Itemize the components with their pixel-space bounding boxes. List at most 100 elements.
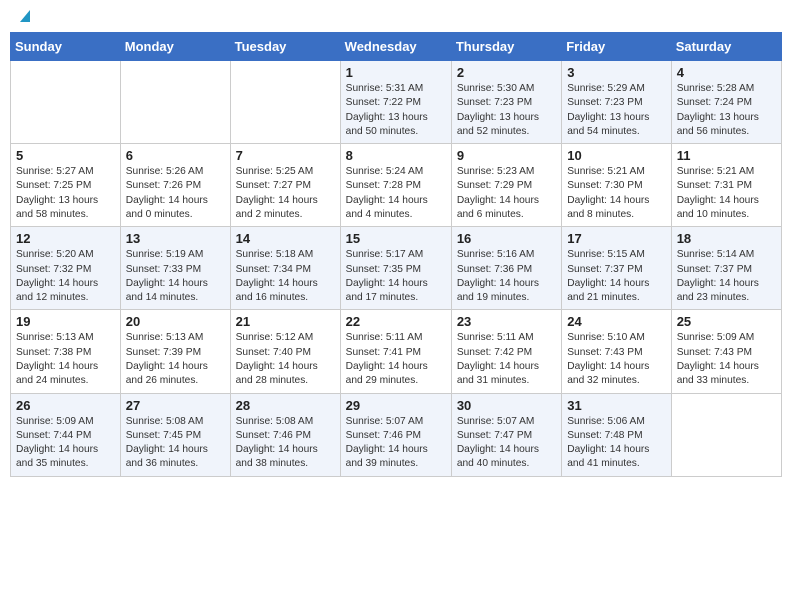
- day-info: Sunrise: 5:27 AM Sunset: 7:25 PM Dayligh…: [16, 165, 115, 222]
- day-cell: 9 Sunrise: 5:23 AM Sunset: 7:29 PM Daylig…: [451, 144, 561, 227]
- day-info: Sunrise: 5:12 AM Sunset: 7:40 PM Dayligh…: [236, 331, 335, 388]
- day-info: Sunrise: 5:16 AM Sunset: 7:36 PM Dayligh…: [457, 248, 556, 305]
- day-cell: 29 Sunrise: 5:07 AM Sunset: 7:46 PM Dayli…: [340, 393, 451, 476]
- weekday-header-thursday: Thursday: [451, 33, 561, 61]
- day-cell: 4 Sunrise: 5:28 AM Sunset: 7:24 PM Daylig…: [671, 61, 781, 144]
- logo: [14, 10, 34, 24]
- day-number: 16: [457, 231, 556, 246]
- day-info: Sunrise: 5:29 AM Sunset: 7:23 PM Dayligh…: [567, 82, 665, 139]
- day-info: Sunrise: 5:31 AM Sunset: 7:22 PM Dayligh…: [346, 82, 446, 139]
- day-number: 27: [126, 398, 225, 413]
- day-info: Sunrise: 5:09 AM Sunset: 7:43 PM Dayligh…: [677, 331, 776, 388]
- day-number: 3: [567, 65, 665, 80]
- day-cell: 2Sunrise: 5:30 AM Sunset: 7:23 PM Daylig…: [451, 61, 561, 144]
- day-number: 12: [16, 231, 115, 246]
- day-number: 13: [126, 231, 225, 246]
- day-number: 29: [346, 398, 446, 413]
- day-info: Sunrise: 5:14 AM Sunset: 7:37 PM Dayligh…: [677, 248, 776, 305]
- weekday-header-friday: Friday: [562, 33, 671, 61]
- day-cell: 12 Sunrise: 5:20 AM Sunset: 7:32 PM Dayli…: [11, 227, 121, 310]
- day-cell: 31Sunrise: 5:06 AM Sunset: 7:48 PM Dayli…: [562, 393, 671, 476]
- day-info: Sunrise: 5:18 AM Sunset: 7:34 PM Dayligh…: [236, 248, 335, 305]
- week-row-3: 12 Sunrise: 5:20 AM Sunset: 7:32 PM Dayli…: [11, 227, 782, 310]
- day-cell: 1 Sunrise: 5:31 AM Sunset: 7:22 PM Daylig…: [340, 61, 451, 144]
- day-info: Sunrise: 5:15 AM Sunset: 7:37 PM Dayligh…: [567, 248, 665, 305]
- day-cell: 21 Sunrise: 5:12 AM Sunset: 7:40 PM Dayli…: [230, 310, 340, 393]
- weekday-header-wednesday: Wednesday: [340, 33, 451, 61]
- day-cell: 15 Sunrise: 5:17 AM Sunset: 7:35 PM Dayli…: [340, 227, 451, 310]
- day-info: Sunrise: 5:13 AM Sunset: 7:39 PM Dayligh…: [126, 331, 225, 388]
- day-info: Sunrise: 5:21 AM Sunset: 7:31 PM Dayligh…: [677, 165, 776, 222]
- day-cell: 5 Sunrise: 5:27 AM Sunset: 7:25 PM Daylig…: [11, 144, 121, 227]
- day-cell: 22 Sunrise: 5:11 AM Sunset: 7:41 PM Dayli…: [340, 310, 451, 393]
- day-info: Sunrise: 5:25 AM Sunset: 7:27 PM Dayligh…: [236, 165, 335, 222]
- weekday-header-saturday: Saturday: [671, 33, 781, 61]
- day-number: 21: [236, 314, 335, 329]
- day-number: 24: [567, 314, 665, 329]
- weekday-header-monday: Monday: [120, 33, 230, 61]
- day-cell: 16 Sunrise: 5:16 AM Sunset: 7:36 PM Dayli…: [451, 227, 561, 310]
- day-cell: 11 Sunrise: 5:21 AM Sunset: 7:31 PM Dayli…: [671, 144, 781, 227]
- day-cell: 20 Sunrise: 5:13 AM Sunset: 7:39 PM Dayli…: [120, 310, 230, 393]
- day-cell: 24 Sunrise: 5:10 AM Sunset: 7:43 PM Dayli…: [562, 310, 671, 393]
- day-cell: 18 Sunrise: 5:14 AM Sunset: 7:37 PM Dayli…: [671, 227, 781, 310]
- day-number: 25: [677, 314, 776, 329]
- day-cell: 17 Sunrise: 5:15 AM Sunset: 7:37 PM Dayli…: [562, 227, 671, 310]
- day-cell: 26Sunrise: 5:09 AM Sunset: 7:44 PM Dayli…: [11, 393, 121, 476]
- day-number: 31: [567, 398, 665, 413]
- day-cell: 30Sunrise: 5:07 AM Sunset: 7:47 PM Dayli…: [451, 393, 561, 476]
- day-number: 10: [567, 148, 665, 163]
- day-info: Sunrise: 5:17 AM Sunset: 7:35 PM Dayligh…: [346, 248, 446, 305]
- day-cell: 13 Sunrise: 5:19 AM Sunset: 7:33 PM Dayli…: [120, 227, 230, 310]
- calendar-table: SundayMondayTuesdayWednesdayThursdayFrid…: [10, 32, 782, 477]
- day-cell: 8Sunrise: 5:24 AM Sunset: 7:28 PM Daylig…: [340, 144, 451, 227]
- day-number: 23: [457, 314, 556, 329]
- day-number: 17: [567, 231, 665, 246]
- day-cell: 19 Sunrise: 5:13 AM Sunset: 7:38 PM Dayli…: [11, 310, 121, 393]
- day-cell: 23 Sunrise: 5:11 AM Sunset: 7:42 PM Dayli…: [451, 310, 561, 393]
- day-number: 5: [16, 148, 115, 163]
- day-info: Sunrise: 5:28 AM Sunset: 7:24 PM Dayligh…: [677, 82, 776, 139]
- day-info: Sunrise: 5:10 AM Sunset: 7:43 PM Dayligh…: [567, 331, 665, 388]
- day-number: 30: [457, 398, 556, 413]
- day-info: Sunrise: 5:11 AM Sunset: 7:42 PM Dayligh…: [457, 331, 556, 388]
- week-row-1: 1 Sunrise: 5:31 AM Sunset: 7:22 PM Daylig…: [11, 61, 782, 144]
- day-number: 9: [457, 148, 556, 163]
- day-info: Sunrise: 5:08 AM Sunset: 7:45 PM Dayligh…: [126, 415, 225, 472]
- day-cell: 28Sunrise: 5:08 AM Sunset: 7:46 PM Dayli…: [230, 393, 340, 476]
- week-row-5: 26Sunrise: 5:09 AM Sunset: 7:44 PM Dayli…: [11, 393, 782, 476]
- day-info: Sunrise: 5:08 AM Sunset: 7:46 PM Dayligh…: [236, 415, 335, 472]
- day-number: 20: [126, 314, 225, 329]
- week-row-4: 19 Sunrise: 5:13 AM Sunset: 7:38 PM Dayli…: [11, 310, 782, 393]
- day-number: 15: [346, 231, 446, 246]
- day-info: Sunrise: 5:23 AM Sunset: 7:29 PM Dayligh…: [457, 165, 556, 222]
- day-cell: 7 Sunrise: 5:25 AM Sunset: 7:27 PM Daylig…: [230, 144, 340, 227]
- day-cell: [230, 61, 340, 144]
- day-info: Sunrise: 5:11 AM Sunset: 7:41 PM Dayligh…: [346, 331, 446, 388]
- weekday-header-sunday: Sunday: [11, 33, 121, 61]
- weekday-header-row: SundayMondayTuesdayWednesdayThursdayFrid…: [11, 33, 782, 61]
- week-row-2: 5 Sunrise: 5:27 AM Sunset: 7:25 PM Daylig…: [11, 144, 782, 227]
- day-number: 22: [346, 314, 446, 329]
- day-cell: 27 Sunrise: 5:08 AM Sunset: 7:45 PM Dayli…: [120, 393, 230, 476]
- day-info: Sunrise: 5:13 AM Sunset: 7:38 PM Dayligh…: [16, 331, 115, 388]
- day-cell: [120, 61, 230, 144]
- day-info: Sunrise: 5:07 AM Sunset: 7:46 PM Dayligh…: [346, 415, 446, 472]
- day-cell: 3 Sunrise: 5:29 AM Sunset: 7:23 PM Daylig…: [562, 61, 671, 144]
- weekday-header-tuesday: Tuesday: [230, 33, 340, 61]
- day-number: 4: [677, 65, 776, 80]
- day-number: 7: [236, 148, 335, 163]
- page-header: [10, 10, 782, 24]
- day-number: 1: [346, 65, 446, 80]
- day-cell: 6 Sunrise: 5:26 AM Sunset: 7:26 PM Daylig…: [120, 144, 230, 227]
- day-number: 6: [126, 148, 225, 163]
- day-info: Sunrise: 5:19 AM Sunset: 7:33 PM Dayligh…: [126, 248, 225, 305]
- day-cell: 10Sunrise: 5:21 AM Sunset: 7:30 PM Dayli…: [562, 144, 671, 227]
- day-number: 2: [457, 65, 556, 80]
- day-number: 19: [16, 314, 115, 329]
- day-info: Sunrise: 5:20 AM Sunset: 7:32 PM Dayligh…: [16, 248, 115, 305]
- day-number: 18: [677, 231, 776, 246]
- logo-icon: [16, 6, 34, 24]
- day-info: Sunrise: 5:26 AM Sunset: 7:26 PM Dayligh…: [126, 165, 225, 222]
- day-number: 11: [677, 148, 776, 163]
